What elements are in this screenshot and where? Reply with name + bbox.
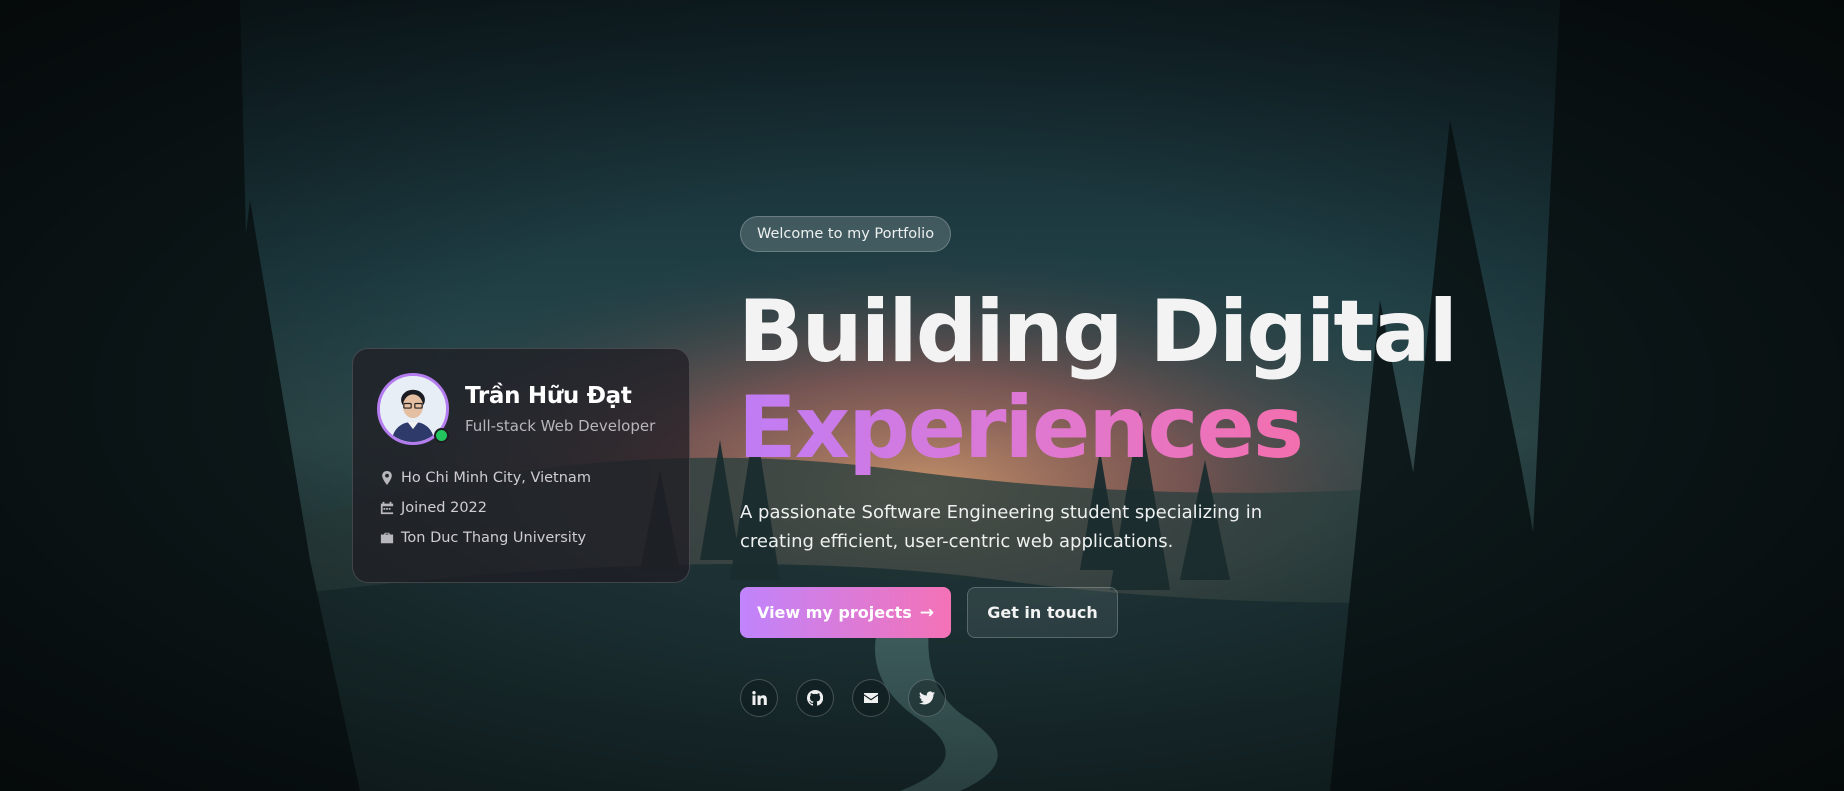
university-text: Ton Duc Thang University <box>401 530 587 546</box>
welcome-badge: Welcome to my Portfolio <box>740 216 952 252</box>
social-links <box>740 679 964 717</box>
twitter-link[interactable] <box>908 679 946 717</box>
hero-description: A passionate Software Engineering studen… <box>740 502 1263 552</box>
joined-row: Joined 2022 <box>377 493 665 523</box>
location-text: Ho Chi Minh City, Vietnam <box>401 470 591 486</box>
profile-card: Trần Hữu Đạt Full-stack Web Developer Ho… <box>352 348 690 583</box>
linkedin-icon <box>752 691 767 705</box>
calendar-icon <box>377 501 397 515</box>
arrow-right-icon: → <box>919 602 935 623</box>
profile-role: Full-stack Web Developer <box>465 417 656 435</box>
avatar <box>377 373 449 445</box>
twitter-icon <box>919 691 935 705</box>
location-row: Ho Chi Minh City, Vietnam <box>377 463 665 493</box>
mail-icon <box>864 693 878 703</box>
hero-title-line2: Experiences <box>738 378 1304 478</box>
joined-text: Joined 2022 <box>401 500 488 516</box>
linkedin-link[interactable] <box>740 679 778 717</box>
hero-title-line1: Building Digital <box>738 282 1458 382</box>
view-projects-label: View my projects <box>756 603 912 622</box>
profile-name: Trần Hữu Đạt <box>465 383 632 409</box>
github-icon <box>807 690 823 706</box>
university-row: Ton Duc Thang University <box>377 523 665 553</box>
github-link[interactable] <box>796 679 834 717</box>
map-pin-icon <box>377 471 397 485</box>
get-in-touch-label: Get in touch <box>987 603 1098 622</box>
briefcase-icon <box>377 531 397 545</box>
online-status-dot <box>434 428 449 443</box>
get-in-touch-button[interactable]: Get in touch <box>967 587 1118 638</box>
view-projects-button[interactable]: View my projects → <box>740 587 951 638</box>
email-link[interactable] <box>852 679 890 717</box>
